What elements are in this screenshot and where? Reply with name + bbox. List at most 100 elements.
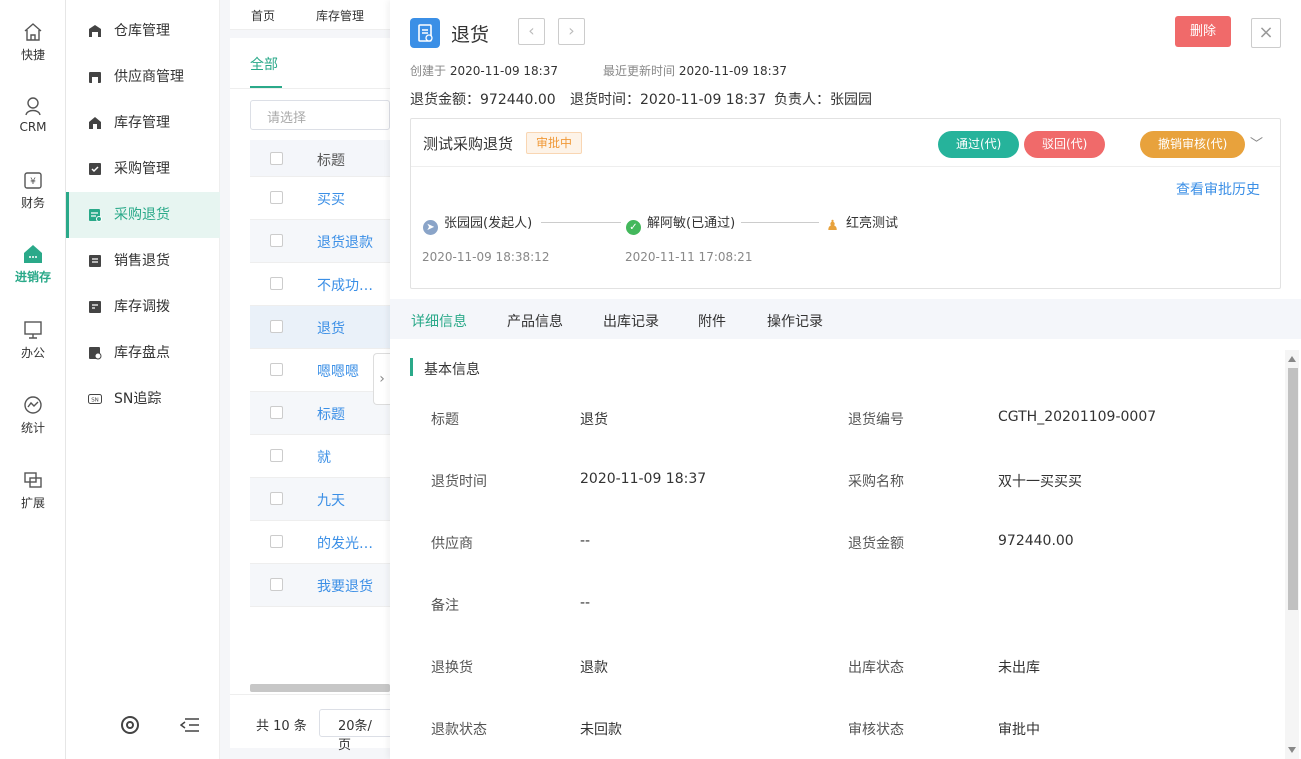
menu-label: 销售退货 xyxy=(114,253,170,269)
row-checkbox[interactable] xyxy=(270,578,283,591)
field-value: 双十一买买买 xyxy=(998,474,1082,490)
row-title-link[interactable]: 退货退款 xyxy=(317,232,373,252)
amount-summary: 退货金额：972440.00 xyxy=(410,89,556,109)
rail-item-extend[interactable]: 扩展 xyxy=(0,470,66,511)
collapse-menu-icon[interactable] xyxy=(180,717,200,733)
table-row[interactable]: 的发光… xyxy=(250,521,390,564)
delete-button[interactable]: 删除 xyxy=(1175,16,1231,47)
reject-button[interactable]: 驳回(代) xyxy=(1024,131,1106,158)
prev-record-button[interactable]: ‹ xyxy=(518,18,545,45)
field-value: 退货 xyxy=(580,412,608,428)
menu-item-stocktake[interactable]: 库存盘点 xyxy=(66,330,220,376)
approval-history-link[interactable]: 查看审批历史 xyxy=(1176,179,1260,199)
rail-item-inventory[interactable]: 进销存 xyxy=(0,244,66,285)
menu-item-inventory[interactable]: 库存管理 xyxy=(66,100,220,146)
purchase-icon xyxy=(89,163,101,175)
extend-icon xyxy=(24,472,42,488)
table-row[interactable]: 九天 xyxy=(250,478,390,521)
created-meta: 创建于 2020-11-09 18:37 xyxy=(410,62,558,79)
select-all-checkbox[interactable] xyxy=(270,152,283,165)
row-title-link[interactable]: 买买 xyxy=(317,189,345,209)
revoke-button[interactable]: 撤销审核(代) xyxy=(1140,131,1246,158)
close-panel-button[interactable]: × xyxy=(1251,18,1281,48)
scrollbar-thumb[interactable] xyxy=(1288,368,1298,610)
row-checkbox[interactable] xyxy=(270,492,283,505)
inventory-menu: 仓库管理 供应商管理 库存管理 采购管理 采购退货 销售退货 库存调拨 库存盘点… xyxy=(66,0,220,759)
menu-item-sn-tracking[interactable]: SN SN追踪 xyxy=(66,376,220,422)
menu-item-warehouse[interactable]: 仓库管理 xyxy=(66,8,220,54)
rail-item-stats[interactable]: 统计 xyxy=(0,395,66,436)
approval-title: 测试采购退货 xyxy=(423,135,514,153)
field-value: -- xyxy=(580,533,591,549)
tab-detail-info[interactable]: 详细信息 xyxy=(411,311,467,331)
table-row[interactable]: 就 xyxy=(250,435,390,478)
table-row[interactable]: 不成功… xyxy=(250,263,390,306)
row-title-link[interactable]: 不成功… xyxy=(317,275,373,295)
pagination: 共 10 条 20条/页 xyxy=(230,694,399,753)
page-size-select[interactable]: 20条/页 xyxy=(319,709,399,753)
tab-product-info[interactable]: 产品信息 xyxy=(507,311,563,331)
inventory-icon xyxy=(89,117,101,129)
row-checkbox[interactable] xyxy=(270,320,283,333)
row-title-link[interactable]: 的发光… xyxy=(317,533,373,553)
field-label: 退货金额 xyxy=(848,536,904,552)
rail-item-quick[interactable]: 快捷 xyxy=(0,22,66,63)
row-title-link[interactable]: 退货 xyxy=(317,318,345,338)
filter-select[interactable]: 请选择 xyxy=(250,100,390,130)
sn-icon: SN xyxy=(88,394,102,404)
rail-item-crm[interactable]: CRM xyxy=(0,96,66,134)
menu-label: 仓库管理 xyxy=(114,23,170,39)
approve-button[interactable]: 通过(代) xyxy=(938,131,1020,158)
panel-collapse-handle[interactable]: › xyxy=(373,353,390,405)
scroll-up-icon[interactable] xyxy=(1288,356,1296,362)
row-checkbox[interactable] xyxy=(270,535,283,548)
table-row[interactable]: 我要退货 xyxy=(250,564,390,607)
stocktake-icon xyxy=(89,347,102,360)
tab-outbound-records[interactable]: 出库记录 xyxy=(603,311,659,331)
field-label: 出库状态 xyxy=(848,660,904,676)
user-icon: ♟ xyxy=(826,218,839,234)
settings-icon[interactable] xyxy=(120,715,140,735)
updated-label: 最近更新时间 xyxy=(603,64,676,78)
table-row[interactable]: 退货 xyxy=(250,306,390,349)
scroll-down-icon[interactable] xyxy=(1288,747,1296,753)
row-checkbox[interactable] xyxy=(270,449,283,462)
row-checkbox[interactable] xyxy=(270,234,283,247)
menu-item-purchase-return[interactable]: 采购退货 xyxy=(66,192,220,238)
next-record-button[interactable]: › xyxy=(558,18,585,45)
row-checkbox[interactable] xyxy=(270,406,283,419)
chevron-right-icon: › xyxy=(568,21,575,40)
detail-panel: 退货 ‹ › 删除 × 创建于 2020-11-09 18:37 最近更新时间 … xyxy=(390,0,1301,759)
table-row[interactable]: 嗯嗯嗯 xyxy=(250,349,390,392)
menu-item-sales-return[interactable]: 销售退货 xyxy=(66,238,220,284)
updated-value: 2020-11-09 18:37 xyxy=(678,64,787,78)
tab-attachments[interactable]: 附件 xyxy=(698,311,726,331)
breadcrumb-home[interactable]: 首页 xyxy=(251,7,275,24)
row-title-link[interactable]: 就 xyxy=(317,447,331,467)
row-title-link[interactable]: 九天 xyxy=(317,490,345,510)
row-checkbox[interactable] xyxy=(270,277,283,290)
table-row[interactable]: 退货退款 xyxy=(250,220,390,263)
horizontal-scrollbar[interactable] xyxy=(250,684,390,692)
tab-all[interactable]: 全部 xyxy=(250,54,278,74)
vertical-scrollbar[interactable] xyxy=(1285,350,1299,759)
table-row[interactable]: 买买 xyxy=(250,177,390,220)
rail-label: 扩展 xyxy=(20,496,45,510)
rail-item-office[interactable]: 办公 xyxy=(0,320,66,361)
row-checkbox[interactable] xyxy=(270,363,283,376)
menu-item-purchase[interactable]: 采购管理 xyxy=(66,146,220,192)
field-value: 退款 xyxy=(580,660,608,676)
rail-item-finance[interactable]: ¥ 财务 xyxy=(0,170,66,211)
row-title-link[interactable]: 标题 xyxy=(317,404,345,424)
breadcrumb-inventory[interactable]: 库存管理 xyxy=(316,7,364,24)
amount-label: 退货金额： xyxy=(410,92,480,108)
menu-item-supplier[interactable]: 供应商管理 xyxy=(66,54,220,100)
row-title-link[interactable]: 我要退货 xyxy=(317,576,373,596)
row-title-link[interactable]: 嗯嗯嗯 xyxy=(317,361,359,381)
row-checkbox[interactable] xyxy=(270,191,283,204)
chevron-down-icon[interactable]: ﹀ xyxy=(1250,133,1263,152)
table-row[interactable]: 标题 xyxy=(250,392,390,435)
updated-meta: 最近更新时间 2020-11-09 18:37 xyxy=(603,62,787,79)
menu-item-transfer[interactable]: 库存调拨 xyxy=(66,284,220,330)
tab-operation-log[interactable]: 操作记录 xyxy=(767,311,823,331)
